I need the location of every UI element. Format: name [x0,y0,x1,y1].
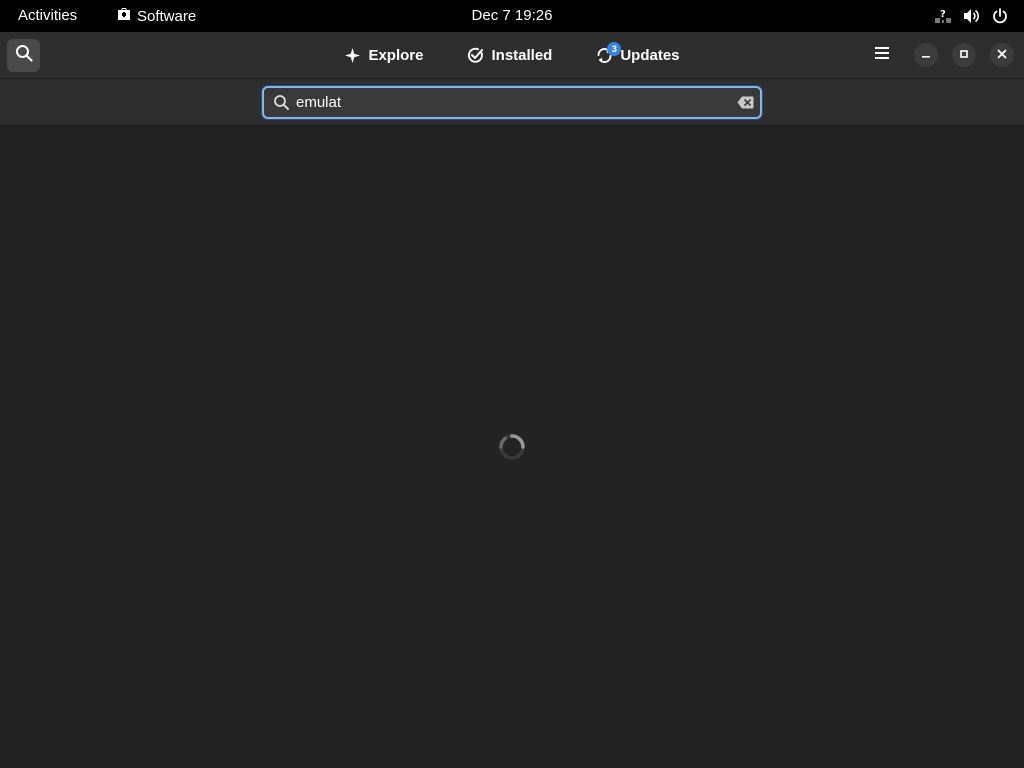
hamburger-menu-icon [874,46,890,65]
search-entry-icon [266,94,296,111]
app-menu-label: Software [137,7,197,25]
network-question-icon[interactable]: ? [934,8,952,24]
maximize-icon [959,46,969,64]
header-bar: Explore Installed 3 Updates [0,32,1024,79]
software-bag-icon [117,7,131,25]
minimize-button[interactable] [914,43,938,67]
loading-spinner-icon [497,432,527,462]
volume-icon[interactable] [963,8,981,24]
tab-installed[interactable]: Installed [457,38,562,72]
tab-explore-label: Explore [368,46,424,64]
search-toggle-button[interactable] [7,39,40,72]
app-menu-button[interactable]: Software [117,0,196,32]
search-entry[interactable] [262,86,762,119]
clock[interactable]: Dec 7 19:26 [472,7,553,24]
tab-explore[interactable]: Explore [334,38,433,72]
svg-text:?: ? [940,9,946,20]
search-results-area [0,126,1024,768]
clear-search-icon[interactable] [730,96,760,109]
updates-count-badge: 3 [607,42,622,56]
search-icon [15,44,33,67]
close-button[interactable] [990,43,1014,67]
maximize-button[interactable] [952,43,976,67]
activities-button[interactable]: Activities [18,0,77,32]
system-tray[interactable]: ? [934,0,1008,32]
close-icon [997,46,1007,64]
tab-updates-label: Updates [620,46,680,64]
search-bar [0,79,1024,126]
search-input[interactable] [296,88,730,117]
explore-icon [344,47,361,64]
power-icon[interactable] [992,8,1008,24]
minimize-icon [921,46,931,64]
top-bar: Activities Software Dec 7 19:26 ? [0,0,1024,32]
installed-check-icon [467,47,484,64]
main-menu-button[interactable] [870,43,894,67]
tab-installed-label: Installed [491,46,553,64]
tab-updates[interactable]: 3 Updates [586,38,689,72]
